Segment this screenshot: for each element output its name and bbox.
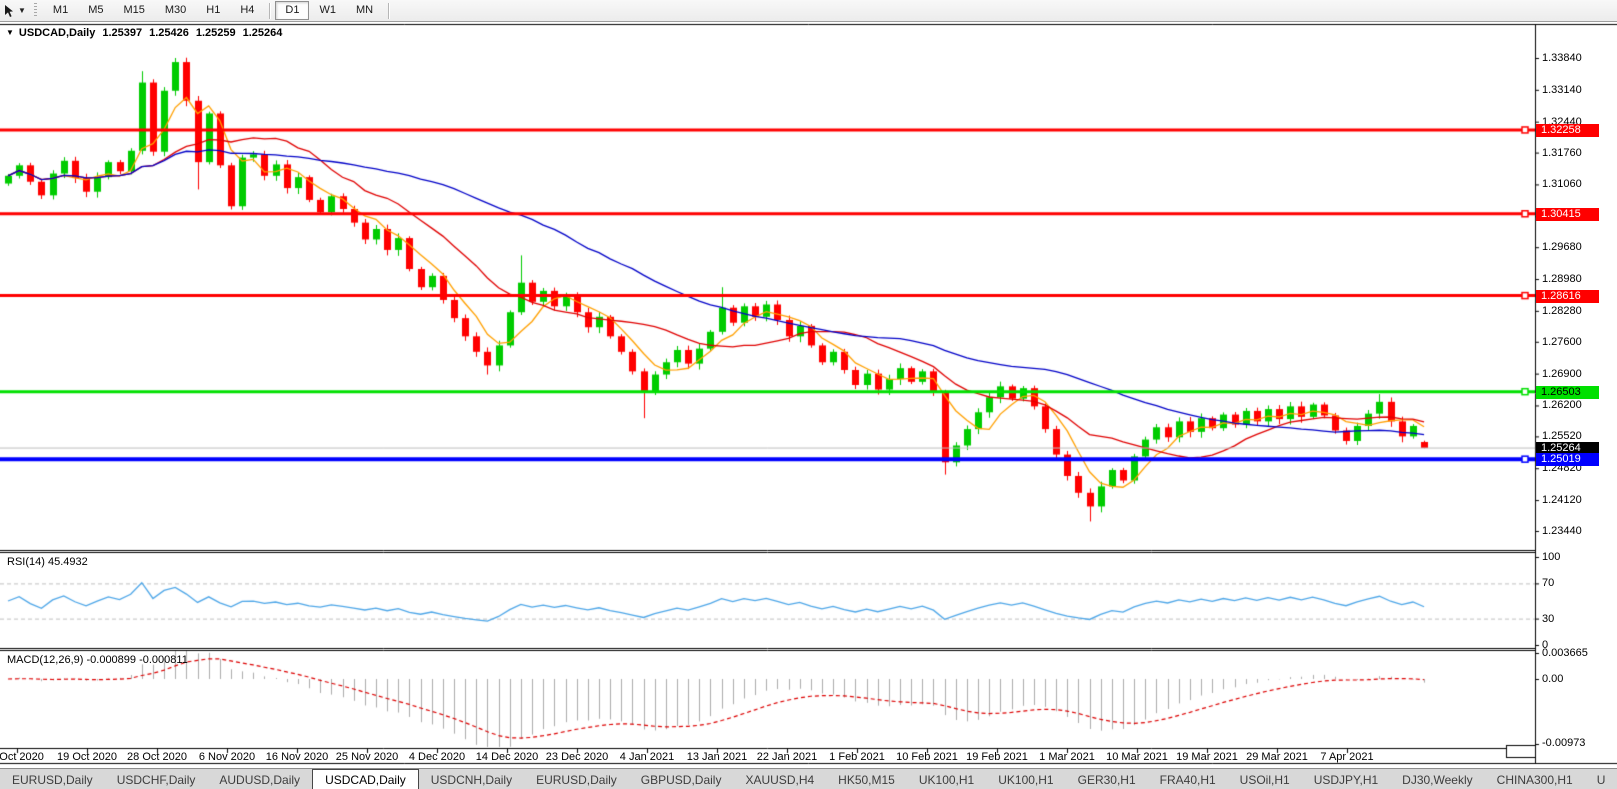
price-tick-label: 1.23440: [1542, 524, 1582, 537]
date-label: 14 Dec 2020: [475, 751, 539, 763]
date-label: 16 Nov 2020: [265, 751, 329, 763]
chart-title-caret-icon[interactable]: ▼: [6, 28, 14, 37]
macd-tick-label: 0.00: [1542, 673, 1564, 685]
tab-china300-h1[interactable]: CHINA300,H1: [1485, 770, 1585, 789]
tab-fra40-h1[interactable]: FRA40,H1: [1148, 770, 1228, 789]
tab-eurusd-daily[interactable]: EURUSD,Daily: [524, 770, 629, 789]
price-tick-label: 1.28280: [1542, 304, 1582, 317]
date-label: 23 Dec 2020: [545, 751, 609, 763]
price-level-label: 1.32258: [1536, 123, 1599, 137]
macd-tick-label: 0.003665: [1542, 647, 1588, 659]
toolbar-grip[interactable]: [33, 3, 37, 18]
price-tick-label: 1.25520: [1542, 430, 1582, 443]
symbol-tab-bar: EURUSD,Daily USDCHF,Daily AUDUSD,Daily USDC…: [0, 768, 1617, 789]
tab-ger30-h1[interactable]: GER30,H1: [1066, 770, 1148, 789]
date-label: 25 Nov 2020: [335, 751, 399, 763]
toolbar-separator: [388, 2, 390, 19]
macd-value-signal: -0.000811: [139, 654, 188, 666]
tab-xauusd-h4[interactable]: XAUUSD,H4: [733, 770, 826, 789]
ohlc-open: 1.25397: [102, 27, 143, 39]
price-tick-label: 1.33140: [1542, 83, 1582, 96]
date-label: 13 Jan 2021: [686, 751, 748, 763]
macd-pane-title: MACD(12,26,9) -0.000899 -0.000811: [7, 654, 188, 666]
rsi-tick-label: 30: [1542, 612, 1555, 625]
date-label: 22 Jan 2021: [756, 751, 818, 763]
tab-uk100-h1[interactable]: UK100,H1: [986, 770, 1065, 789]
timeframe-button-mn[interactable]: MN: [346, 1, 383, 20]
date-label: 10 Mar 2021: [1106, 751, 1168, 763]
price-tick-label: 1.33840: [1542, 52, 1582, 64]
cursor-dropdown-caret-icon[interactable]: ▼: [18, 6, 26, 15]
timeframe-button-h4[interactable]: H4: [230, 1, 264, 20]
timeframe-button-m30[interactable]: M30: [155, 1, 196, 20]
price-tick-label: 1.31760: [1542, 146, 1582, 159]
price-tick-label: 1.28980: [1542, 273, 1582, 286]
macd-tick-label: -0.00973: [1542, 737, 1586, 749]
tab-usdcnh-daily[interactable]: USDCNH,Daily: [419, 770, 524, 789]
timeframe-button-h1[interactable]: H1: [196, 1, 230, 20]
date-label: 4 Jan 2021: [619, 751, 675, 763]
rsi-value: 45.4932: [47, 556, 88, 568]
tab-usdcad-daily[interactable]: USDCAD,Daily: [312, 769, 419, 789]
date-label: 19 Feb 2021: [966, 751, 1028, 763]
tab-usoil-h1[interactable]: USOil,H1: [1228, 770, 1302, 789]
price-tick-label: 1.26200: [1542, 399, 1582, 412]
date-label: 1 Mar 2021: [1039, 751, 1095, 763]
macd-label: MACD(12,26,9): [7, 654, 84, 666]
date-label: 29 Mar 2021: [1246, 751, 1308, 763]
chart-title: ▼ USDCAD,Daily 1.25397 1.25426 1.25259 1.2526…: [6, 27, 282, 39]
tab-usdjpy-h1[interactable]: USDJPY,H1: [1302, 770, 1390, 789]
date-label: 28 Oct 2020: [127, 751, 187, 763]
tab-eurusd-daily[interactable]: EURUSD,Daily: [0, 770, 105, 789]
ohlc-close: 1.25264: [242, 27, 283, 39]
rsi-pane-title: RSI(14) 45.4932: [7, 556, 88, 568]
ohlc-high: 1.25426: [149, 27, 189, 39]
rsi-label: RSI(14): [7, 556, 45, 568]
timeframe-button-m5[interactable]: M5: [78, 1, 113, 20]
tab-usdchf-daily[interactable]: USDCHF,Daily: [105, 770, 208, 789]
tab-dj30-weekly[interactable]: DJ30,Weekly: [1390, 770, 1484, 789]
timeframe-button-w1[interactable]: W1: [309, 1, 346, 20]
price-chart-canvas[interactable]: [0, 0, 1617, 789]
cursor-tool-icon[interactable]: [2, 4, 16, 18]
timeframe-toolbar: ▼ M1 M5 M15 M30 H1 H4 D1 W1 MN: [0, 0, 1617, 22]
timeframe-button-m1[interactable]: M1: [43, 1, 78, 20]
price-level-label: 1.25019: [1536, 453, 1599, 467]
timeframe-button-group: M1 M5 M15 M30 H1 H4 D1 W1 MN: [43, 1, 394, 20]
price-tick-label: 1.27600: [1542, 335, 1582, 348]
tab-uk100-h1[interactable]: UK100,H1: [907, 770, 986, 789]
price-level-label: 1.28616: [1536, 289, 1599, 303]
chart-symbol-label: USDCAD,Daily: [18, 27, 96, 39]
price-level-label: 1.26503: [1536, 385, 1599, 399]
date-label: 1 Feb 2021: [829, 751, 885, 763]
timeframe-button-m15[interactable]: M15: [113, 1, 154, 20]
date-label: 10 Feb 2021: [896, 751, 958, 763]
timeframe-button-d1[interactable]: D1: [275, 1, 310, 20]
date-label: 4 Dec 2020: [408, 751, 466, 763]
price-tick-label: 1.26900: [1542, 367, 1582, 380]
mt4-chart-window: ▼ M1 M5 M15 M30 H1 H4 D1 W1 MN ▼ USDCAD,Daily 1.25…: [0, 0, 1617, 789]
rsi-tick-label: 100: [1542, 551, 1561, 563]
price-tick-label: 1.31060: [1542, 178, 1582, 191]
price-level-label: 1.30415: [1536, 207, 1599, 221]
date-label: 19 Oct 2020: [57, 751, 117, 763]
tab-audusd-daily[interactable]: AUDUSD,Daily: [207, 770, 312, 789]
toolbar-separator: [269, 2, 271, 19]
rsi-tick-label: 70: [1542, 577, 1555, 590]
price-tick-label: 1.24120: [1542, 494, 1582, 507]
macd-value-main: -0.000899: [86, 654, 137, 666]
tab-overflow[interactable]: U: [1585, 770, 1617, 789]
price-tick-label: 1.29680: [1542, 241, 1582, 254]
tab-hk50-m15[interactable]: HK50,M15: [826, 770, 907, 789]
date-label: 6 Nov 2020: [198, 751, 256, 763]
date-label: 9 Oct 2020: [0, 751, 44, 763]
ohlc-low: 1.25259: [195, 27, 236, 39]
tab-gbpusd-daily[interactable]: GBPUSD,Daily: [629, 770, 734, 789]
date-label: 19 Mar 2021: [1176, 751, 1238, 763]
date-label: 7 Apr 2021: [1320, 751, 1374, 763]
